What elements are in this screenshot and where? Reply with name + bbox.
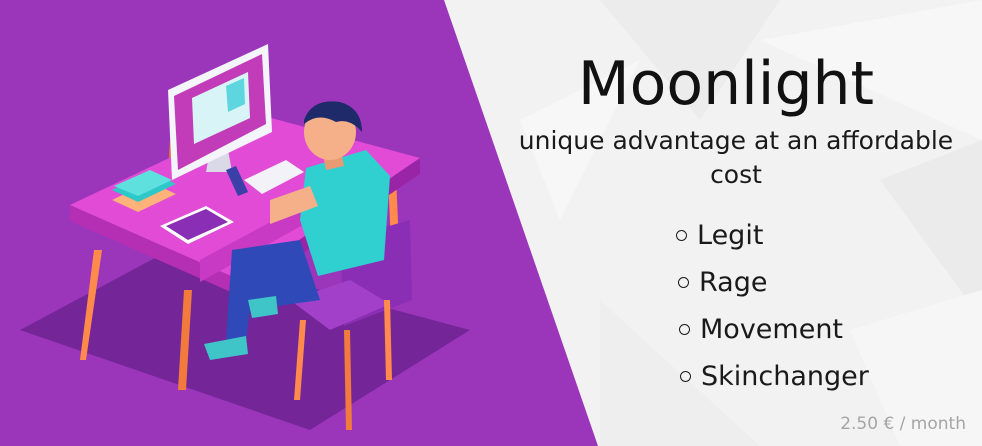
person-shirt — [300, 150, 390, 276]
feature-label: Rage — [699, 267, 768, 298]
circle-bullet-icon — [679, 324, 690, 335]
feature-label: Movement — [700, 314, 844, 345]
circle-bullet-icon — [676, 230, 687, 241]
feature-item: Legit — [676, 212, 869, 259]
product-title: Moonlight — [577, 49, 875, 119]
feature-item: Rage — [678, 259, 869, 306]
feature-label: Legit — [697, 220, 764, 251]
product-tagline: unique advantage at an affordable cost — [518, 126, 954, 189]
feature-label: Skinchanger — [701, 361, 869, 392]
feature-list: Legit Rage Movement Skinchanger — [676, 212, 869, 400]
feature-item: Movement — [679, 306, 869, 353]
price-label: 2.50 € / month — [840, 414, 966, 434]
circle-bullet-icon — [678, 277, 689, 288]
feature-item: Skinchanger — [680, 353, 869, 400]
circle-bullet-icon — [680, 371, 691, 382]
product-banner: Moonlight unique advantage at an afforda… — [0, 0, 982, 446]
workspace-illustration — [20, 44, 470, 430]
